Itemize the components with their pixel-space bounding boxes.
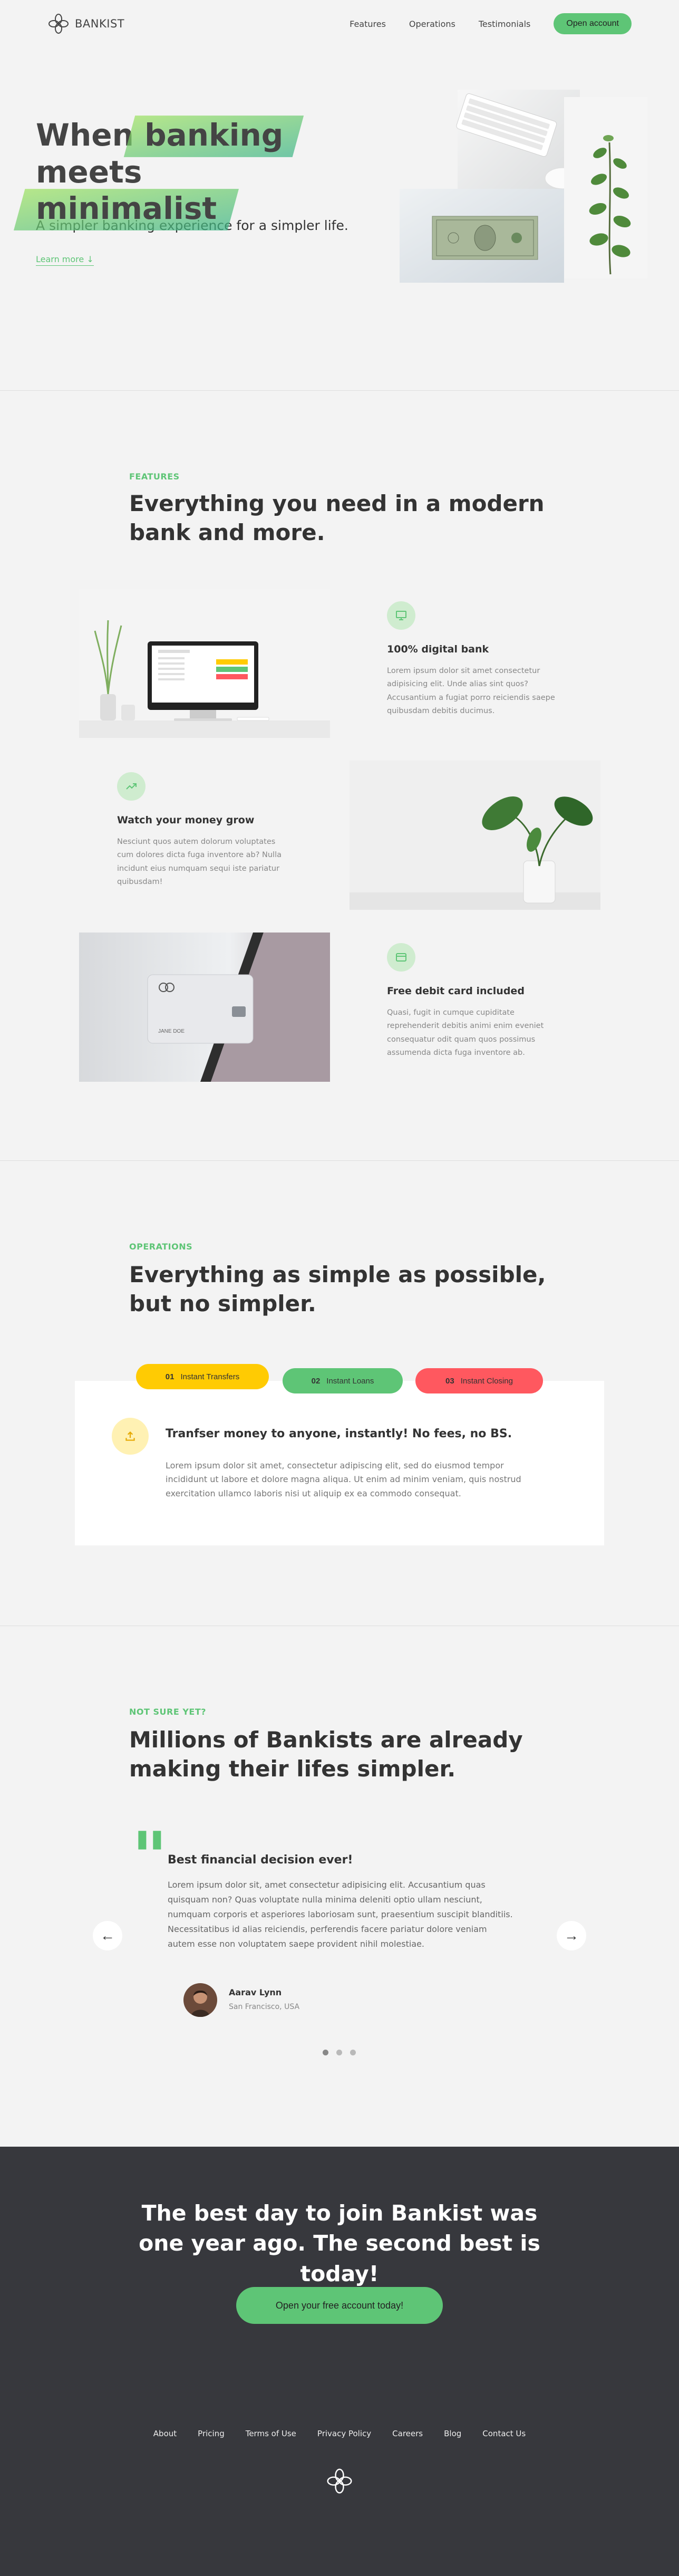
- nav-links: Features Operations Testimonials Open ac…: [350, 13, 632, 34]
- operations-content-panel: Tranfser money to anyone, instantly! No …: [75, 1381, 604, 1545]
- credit-card-icon: [387, 943, 415, 972]
- tab-instant-closing[interactable]: 03 Instant Closing: [415, 1368, 543, 1393]
- avatar: [183, 1983, 217, 2017]
- learn-more-link[interactable]: Learn more ↓: [36, 254, 94, 266]
- card-holder-text: JANE DOE: [158, 1029, 185, 1034]
- slider-next-button[interactable]: →: [557, 1921, 586, 1950]
- hero-photo-collage: [400, 90, 647, 283]
- footer-link-pricing[interactable]: Pricing: [198, 2429, 225, 2438]
- slider-dot[interactable]: [350, 2050, 356, 2055]
- arrow-right-icon: →: [564, 1927, 579, 1944]
- slider-prev-button[interactable]: ←: [93, 1921, 122, 1950]
- testimonial-text: Lorem ipsum dolor sit, amet consectetur …: [168, 1880, 513, 1949]
- testimonial-author: Aarav Lynn: [229, 1987, 282, 1997]
- signup-title: The best day to join Bankist was one yea…: [139, 2200, 540, 2286]
- nav-link-testimonials[interactable]: Testimonials: [479, 19, 531, 29]
- feature-money-grow: Watch your money grow Nesciunt quos aute…: [117, 772, 291, 889]
- feature-heading: Free debit card included: [387, 985, 525, 997]
- features-title: Everything you need in a modern bank and…: [129, 491, 545, 545]
- trending-up-icon: [117, 772, 146, 801]
- operations-title: Everything as simple as possible, but no…: [129, 1262, 546, 1316]
- section-divider: [0, 390, 679, 391]
- hero-illustration: [400, 90, 647, 283]
- footer-link-privacy[interactable]: Privacy Policy: [317, 2429, 371, 2438]
- footer-nav: About Pricing Terms of Use Privacy Polic…: [0, 2428, 679, 2438]
- feature-digital-bank: 100% digital bank Lorem ipsum dolor sit …: [387, 601, 561, 718]
- feature-text: Nesciunt quos autem dolorum voluptates c…: [117, 838, 282, 887]
- tab-number: 01: [165, 1372, 174, 1381]
- features-tag: FEATURES: [129, 472, 180, 482]
- nav-link-operations[interactable]: Operations: [409, 19, 455, 29]
- testimonials-title: Millions of Bankists are already making …: [129, 1727, 523, 1782]
- hero-title-word: When: [36, 117, 134, 153]
- feature-text: Quasi, fugit in cumque cupiditate repreh…: [387, 1008, 544, 1058]
- brand-name: BANKIST: [75, 17, 125, 30]
- footer-link-about[interactable]: About: [153, 2429, 177, 2438]
- feature-image-card: JANE DOE: [79, 933, 330, 1082]
- hero-title-word: meets: [36, 153, 142, 190]
- open-free-account-button[interactable]: Open your free account today!: [236, 2287, 443, 2324]
- main-nav: BANKIST Features Operations Testimonials…: [0, 0, 679, 47]
- footer-link-careers[interactable]: Careers: [392, 2429, 423, 2438]
- signup-section: The best day to join Bankist was one yea…: [0, 2147, 679, 2576]
- operations-content-text: Lorem ipsum dolor sit amet, consectetur …: [166, 1460, 521, 1498]
- open-account-button[interactable]: Open account: [554, 13, 632, 34]
- bankist-logo-icon: [48, 14, 69, 34]
- tab-number: 03: [445, 1376, 454, 1386]
- monitor-icon: [387, 601, 415, 630]
- bankist-logo-icon: [327, 2468, 352, 2494]
- tab-label: Instant Transfers: [180, 1372, 240, 1381]
- section-divider: [0, 1160, 679, 1161]
- tab-number: 02: [311, 1376, 321, 1386]
- feature-heading: Watch your money grow: [117, 814, 255, 826]
- arrow-left-icon: ←: [100, 1927, 115, 1944]
- operations-content-heading: Tranfser money to anyone, instantly! No …: [166, 1427, 512, 1440]
- feature-image-digital: [79, 589, 330, 738]
- footer-link-blog[interactable]: Blog: [444, 2429, 461, 2438]
- tab-instant-transfers[interactable]: 01 Instant Transfers: [136, 1364, 269, 1389]
- footer-logo[interactable]: [326, 2467, 353, 2497]
- footer-link-contact[interactable]: Contact Us: [482, 2429, 526, 2438]
- slider-dot[interactable]: [336, 2050, 342, 2055]
- footer-link-terms[interactable]: Terms of Use: [246, 2429, 296, 2438]
- tab-label: Instant Loans: [326, 1376, 374, 1386]
- operations-tag: OPERATIONS: [129, 1242, 193, 1252]
- upload-icon: [112, 1418, 149, 1455]
- feature-debit-card: Free debit card included Quasi, fugit in…: [387, 943, 561, 1060]
- quote-mark-icon: ": [132, 1816, 168, 1897]
- testimonial-heading: Best financial decision ever!: [168, 1853, 353, 1867]
- testimonial-location: San Francisco, USA: [229, 2003, 300, 2011]
- hero-highlight-banking: banking: [144, 117, 284, 153]
- feature-image-grow: [350, 761, 600, 910]
- feature-heading: 100% digital bank: [387, 643, 489, 655]
- nav-link-features[interactable]: Features: [350, 19, 386, 29]
- testimonials-tag: NOT SURE YET?: [129, 1707, 207, 1717]
- slider-dot[interactable]: [323, 2050, 328, 2055]
- hero-title: When banking meets minimalist: [36, 117, 394, 227]
- tab-instant-loans[interactable]: 02 Instant Loans: [283, 1368, 403, 1393]
- hero-highlight-minimalist: minimalist: [36, 190, 217, 227]
- brand-logo[interactable]: BANKIST: [47, 13, 124, 35]
- tab-label: Instant Closing: [460, 1376, 513, 1386]
- feature-text: Lorem ipsum dolor sit amet consectetur a…: [387, 667, 555, 716]
